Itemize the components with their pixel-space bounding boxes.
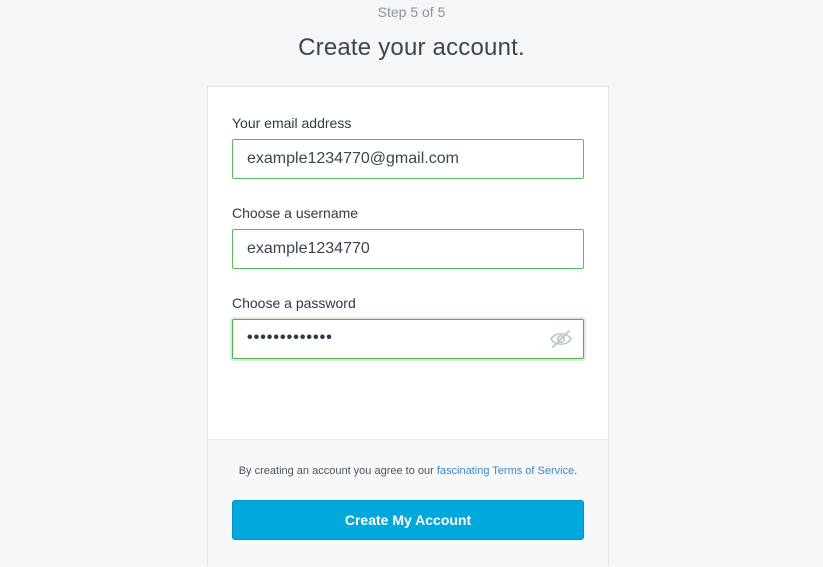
eye-slash-icon[interactable]	[549, 328, 573, 350]
username-field-wrapper	[232, 229, 584, 269]
password-label: Choose a password	[232, 295, 356, 311]
card-footer: By creating an account you agree to our …	[208, 439, 608, 567]
step-indicator: Step 5 of 5	[377, 4, 446, 20]
password-field[interactable]: •••••••••••••	[232, 319, 584, 359]
terms-notice: By creating an account you agree to our …	[208, 465, 608, 477]
username-field[interactable]	[233, 230, 583, 268]
page-title: Create your account.	[298, 34, 525, 61]
signup-card: Your email address Choose a username Cho…	[207, 86, 609, 567]
password-masked-value: •••••••••••••	[247, 329, 333, 346]
terms-of-service-link[interactable]: Terms of Service	[492, 465, 574, 477]
fascinating-link[interactable]: fascinating	[437, 465, 490, 477]
signup-form: Your email address Choose a username Cho…	[208, 87, 608, 439]
create-account-button[interactable]: Create My Account	[232, 500, 584, 540]
terms-prefix: By creating an account you agree to our	[238, 465, 437, 477]
terms-suffix: .	[574, 465, 578, 477]
email-field-wrapper	[232, 139, 584, 179]
email-label: Your email address	[232, 115, 352, 131]
username-label: Choose a username	[232, 205, 359, 221]
email-field[interactable]	[233, 140, 583, 178]
